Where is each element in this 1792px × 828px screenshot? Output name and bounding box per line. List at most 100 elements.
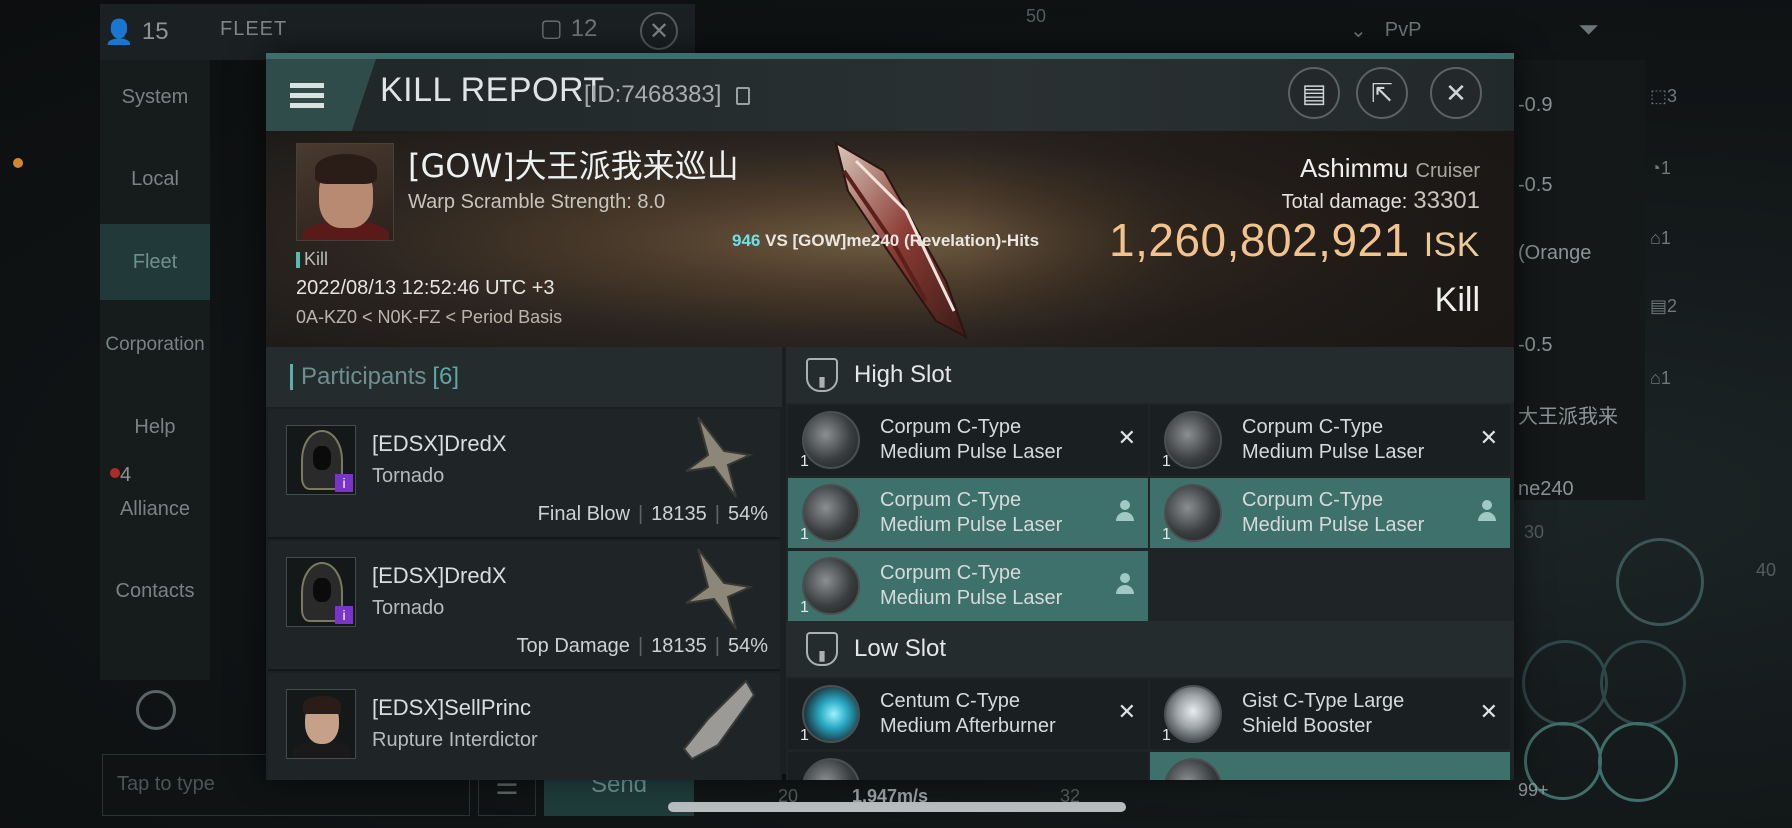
nav-system[interactable]: System (100, 86, 210, 109)
clipboard-button[interactable]: ▤ (1288, 67, 1340, 119)
victim-portrait[interactable] (296, 143, 394, 241)
module-name: Corpum C-Type Medium Pulse Laser (880, 416, 1063, 463)
module-slot[interactable]: 1 Corpum C-Type Medium Pulse Laser (788, 478, 1148, 548)
hits-count: 946 (732, 231, 761, 250)
copy-icon[interactable] (736, 87, 750, 105)
participant-name: [EDSX]DredX (372, 563, 507, 588)
overview-value[interactable]: ne240 (1518, 478, 1574, 501)
participants-panel: Participants [6] i [EDSX]DredX Tornado Fi… (266, 347, 782, 780)
module-button[interactable] (1522, 640, 1608, 726)
participant-row[interactable]: i [EDSX]DredX Tornado Final Blow | 18135 | 5… (268, 409, 780, 539)
fleet-panel-title: FLEET (220, 18, 288, 40)
module-slot[interactable] (788, 752, 1148, 780)
destroyed-icon: ✕ (1117, 425, 1136, 450)
participant-ship: Tornado (372, 597, 445, 619)
module-slot[interactable]: 1 Gist C-Type Large Shield Booster ✕ (1150, 679, 1510, 749)
victim-ship[interactable]: Ashimmu Cruiser (1300, 153, 1480, 184)
nav-fleet[interactable]: Fleet (100, 224, 210, 300)
nav-corporation[interactable]: Corporation (100, 334, 210, 356)
participant-avatar (286, 689, 356, 759)
kill-datetime: 2022/08/13 12:52:46 UTC +3 (296, 277, 555, 299)
participant-ship: Tornado (372, 465, 445, 487)
participant-row[interactable]: i [EDSX]DredX Tornado Top Damage | 18135 | 5… (268, 541, 780, 671)
menu-button[interactable] (266, 59, 376, 131)
home-indicator[interactable] (668, 802, 1126, 812)
victim-name[interactable]: [GOW]大王派我来巡山 (408, 141, 739, 187)
fitting-panel: ▮ High Slot 1 Corpum C-Type Medium Pulse … (786, 347, 1514, 780)
swap-target-button[interactable] (1616, 538, 1704, 626)
laser-icon (802, 557, 860, 615)
module-slot[interactable]: 1 Centum C-Type Medium Afterburner ✕ (788, 679, 1148, 749)
nav-alliance[interactable]: Alliance (100, 498, 210, 521)
overview-filter[interactable]: ⌄ PvP (1350, 18, 1421, 43)
participant-row[interactable]: [EDSX]SellPrinc Rupture Interdictor (268, 673, 780, 780)
laser-icon (802, 484, 860, 542)
overview-value[interactable]: -0.9 (1518, 94, 1552, 117)
kill-location[interactable]: 0A-KZ0 < N0K-FZ < Period Basis (296, 307, 562, 328)
bookmark-icon[interactable]: ⌂1 (1650, 228, 1696, 278)
cargo-icon[interactable]: ▤2 (1650, 296, 1696, 346)
victim-banner: [GOW]大王派我来巡山 Warp Scramble Strength: 8.0… (266, 131, 1514, 347)
module-slot[interactable]: 1 Corpum C-Type Medium Pulse Laser (1150, 478, 1510, 548)
nav-help[interactable]: Help (100, 416, 210, 439)
message-count[interactable]: ▢ 12 (540, 14, 597, 43)
isk-value: 1,260,802,921 ISK (1109, 214, 1480, 266)
overview-value[interactable]: -0.5 (1518, 334, 1552, 357)
module-slot[interactable] (1150, 752, 1510, 780)
orange-marker-icon (13, 158, 23, 168)
chat-icon: ▢ (540, 15, 563, 42)
ship-thumbnail (682, 679, 756, 761)
member-count[interactable]: 👤 15 (104, 12, 208, 52)
participant-avatar: i (286, 557, 356, 627)
report-result: Kill (1434, 281, 1480, 319)
module-button[interactable] (1600, 640, 1686, 726)
close-fleet-panel-button[interactable]: ✕ (640, 12, 678, 50)
module-button[interactable] (1598, 722, 1678, 802)
overview-value[interactable]: -0.5 (1518, 174, 1552, 197)
module-count: 99+ (1518, 780, 1549, 800)
ship-thumbnail (685, 416, 754, 498)
module-slot[interactable]: 1 Corpum C-Type Medium Pulse Laser ✕ (1150, 405, 1510, 475)
notification-dot (110, 468, 120, 478)
participant-stats: Final Blow | 18135 | 54% (537, 503, 768, 525)
nav-contacts[interactable]: Contacts (100, 580, 210, 603)
drone-icon[interactable]: ⬚3 (1650, 86, 1696, 136)
module-name: Corpum C-Type Medium Pulse Laser (1242, 416, 1425, 463)
close-icon: ✕ (1445, 77, 1467, 108)
probe-icon[interactable]: ◔1 (1650, 158, 1696, 208)
filter-icon[interactable]: ⏷ (1578, 14, 1599, 46)
module-name: Gist C-Type Large Shield Booster (1242, 690, 1405, 737)
ship-thumbnail (685, 548, 754, 630)
module-slot[interactable]: 1 Corpum C-Type Medium Pulse Laser ✕ (788, 405, 1148, 475)
participants-header: Participants [6] (266, 347, 782, 407)
laser-icon (802, 411, 860, 469)
share-button[interactable]: ⇱ (1356, 67, 1408, 119)
dialog-header: KILL REPORT [ID:7468383] ▤ ⇱ ✕ (266, 59, 1514, 131)
low-slot-header: ▮ Low Slot (786, 621, 1514, 677)
person-icon: 👤 (104, 18, 134, 46)
close-button[interactable]: ✕ (1430, 67, 1482, 119)
warp-icon[interactable]: ⌂1 (1650, 368, 1696, 418)
nav-local[interactable]: Local (100, 168, 210, 191)
low-slot-icon: ▮ (806, 632, 838, 666)
overview-list (1505, 60, 1645, 500)
module-name: Corpum C-Type Medium Pulse Laser (880, 489, 1063, 536)
report-id: [ID:7468383] (584, 81, 722, 108)
participant-stats: Top Damage | 18135 | 54% (516, 635, 768, 657)
module-icon (1164, 758, 1222, 780)
dialog-title: KILL REPORT (380, 71, 605, 109)
person-icon (1116, 500, 1134, 524)
scale-number: 30 (1524, 522, 1545, 542)
overview-value[interactable]: 大王派我来 (1518, 400, 1618, 429)
overview-value[interactable]: (Orange (1518, 242, 1591, 265)
gear-icon[interactable] (136, 690, 176, 730)
corp-icon: i (335, 606, 353, 624)
module-name: Corpum C-Type Medium Pulse Laser (880, 562, 1063, 609)
laser-icon (1164, 484, 1222, 542)
module-name: Centum C-Type Medium Afterburner (880, 690, 1056, 737)
chevron-down-icon: ⌄ (1350, 20, 1367, 42)
module-slot[interactable]: 1 Corpum C-Type Medium Pulse Laser (788, 551, 1148, 621)
scale-number: 50 (1026, 6, 1047, 26)
destroyed-icon: ✕ (1117, 699, 1136, 724)
scale-number: 40 (1756, 560, 1777, 580)
